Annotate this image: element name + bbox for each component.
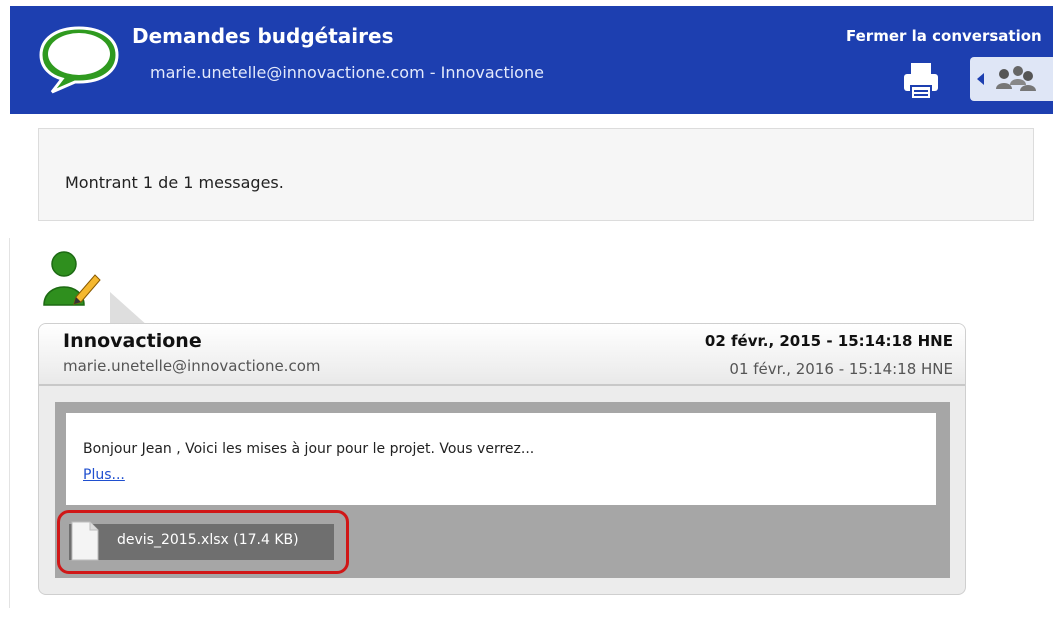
conversation-subtitle: marie.unetelle@innovactione.com - Innova… bbox=[150, 63, 544, 82]
speech-pointer bbox=[110, 292, 148, 326]
left-divider bbox=[9, 238, 10, 608]
message-count-panel: Montrant 1 de 1 messages. bbox=[38, 128, 1034, 221]
speech-bubble-icon bbox=[39, 26, 119, 94]
left-arrow-icon bbox=[977, 73, 984, 85]
attachment-label: devis_2015.xlsx (17.4 KB) bbox=[117, 532, 299, 548]
close-conversation-link[interactable]: Fermer la conversation bbox=[846, 27, 1042, 45]
conversation-title: Demandes budgétaires bbox=[132, 24, 394, 48]
message-content-area: Bonjour Jean , Voici les mises à jour po… bbox=[55, 402, 950, 578]
sender-name: Innovactione bbox=[63, 330, 202, 352]
attachment-item[interactable]: devis_2015.xlsx (17.4 KB) bbox=[69, 521, 334, 561]
more-link[interactable]: Plus... bbox=[83, 467, 125, 483]
message-header: Innovactione marie.unetelle@innovactione… bbox=[39, 324, 965, 386]
message-card: Innovactione marie.unetelle@innovactione… bbox=[38, 323, 966, 595]
sender-avatar-icon bbox=[43, 251, 101, 306]
message-date-secondary: 01 févr., 2016 - 15:14:18 HNE bbox=[729, 360, 953, 378]
message-body: Bonjour Jean , Voici les mises à jour po… bbox=[66, 413, 936, 505]
printer-icon[interactable] bbox=[902, 61, 940, 101]
conversation-header: Demandes budgétaires marie.unetelle@inno… bbox=[10, 6, 1053, 114]
message-count-text: Montrant 1 de 1 messages. bbox=[65, 173, 284, 192]
participants-button[interactable] bbox=[970, 57, 1053, 101]
sender-email: marie.unetelle@innovactione.com bbox=[63, 357, 321, 375]
people-group-icon bbox=[996, 66, 1036, 91]
message-preview-text: Bonjour Jean , Voici les mises à jour po… bbox=[83, 441, 535, 457]
message-date-primary: 02 févr., 2015 - 15:14:18 HNE bbox=[704, 332, 953, 350]
document-icon bbox=[71, 521, 99, 561]
